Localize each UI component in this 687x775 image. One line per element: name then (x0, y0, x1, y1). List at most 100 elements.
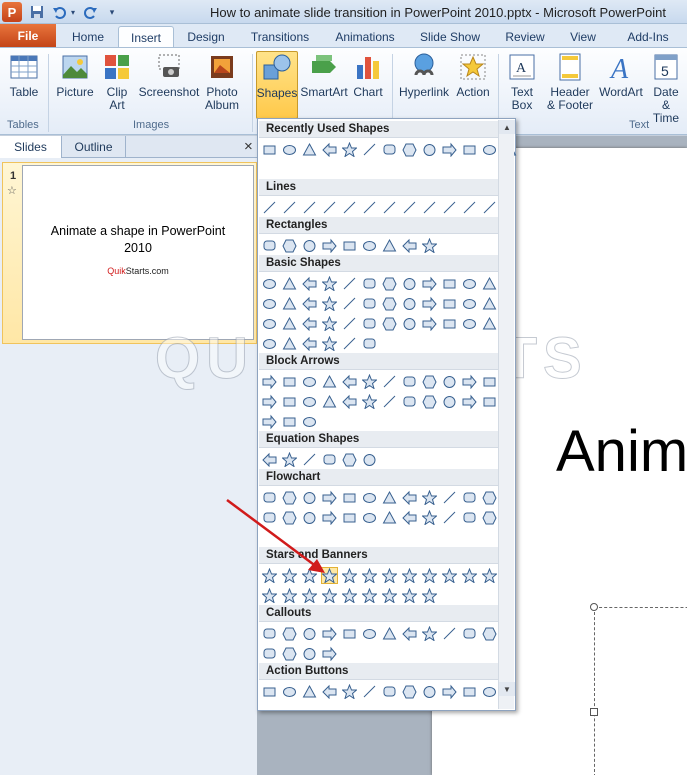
shape-item[interactable] (361, 451, 378, 468)
shape-item[interactable] (441, 509, 458, 526)
shape-item[interactable] (421, 683, 438, 700)
shape-item[interactable] (361, 567, 378, 584)
shape-item[interactable] (361, 199, 378, 216)
shape-item[interactable] (281, 275, 298, 292)
shape-item[interactable] (301, 237, 318, 254)
shape-item[interactable] (261, 451, 278, 468)
shape-item[interactable] (281, 451, 298, 468)
shape-item[interactable] (421, 625, 438, 642)
tab-home[interactable]: Home (62, 26, 114, 48)
shape-item[interactable] (261, 315, 278, 332)
shape-item[interactable] (401, 315, 418, 332)
shape-item[interactable] (401, 587, 418, 604)
shape-item[interactable] (341, 275, 358, 292)
shape-item[interactable] (341, 199, 358, 216)
shape-item[interactable] (341, 335, 358, 352)
shape-item[interactable] (441, 567, 458, 584)
shape-item[interactable] (261, 587, 278, 604)
shape-item[interactable] (421, 489, 438, 506)
shape-item[interactable] (281, 199, 298, 216)
shape-item[interactable] (481, 625, 498, 642)
shape-item[interactable] (321, 275, 338, 292)
shape-item[interactable] (341, 373, 358, 390)
shape-item[interactable] (441, 315, 458, 332)
shape-item[interactable] (301, 683, 318, 700)
shape-item[interactable] (301, 295, 318, 312)
shape-item[interactable] (281, 373, 298, 390)
shape-item[interactable] (261, 295, 278, 312)
gallery-scrollbar[interactable]: ▲ ▼ (498, 120, 515, 709)
shape-item[interactable] (261, 237, 278, 254)
shape-item[interactable] (321, 373, 338, 390)
shape-item[interactable] (461, 141, 478, 158)
shape-item[interactable] (441, 393, 458, 410)
shape-item[interactable] (321, 237, 338, 254)
shape-item[interactable] (261, 275, 278, 292)
shape-item[interactable] (421, 237, 438, 254)
action-button[interactable]: Action (454, 51, 492, 99)
shape-item[interactable] (441, 295, 458, 312)
shape-item[interactable] (321, 645, 338, 662)
shape-item[interactable] (481, 295, 498, 312)
shape-item[interactable] (401, 199, 418, 216)
shape-item[interactable] (361, 393, 378, 410)
shape-item[interactable] (441, 275, 458, 292)
shape-item[interactable] (301, 199, 318, 216)
picture-button[interactable]: Picture (54, 51, 96, 99)
smartart-button[interactable]: SmartArt (300, 51, 348, 99)
shape-item[interactable] (341, 683, 358, 700)
shape-item[interactable] (261, 413, 278, 430)
shape-item[interactable] (361, 141, 378, 158)
resize-handle[interactable] (590, 708, 598, 716)
screenshot-button[interactable]: Screenshot (138, 51, 200, 99)
shape-item[interactable] (461, 275, 478, 292)
shape-item[interactable] (381, 237, 398, 254)
tab-slides[interactable]: Slides (0, 136, 62, 158)
shape-item[interactable] (401, 275, 418, 292)
shape-item[interactable] (281, 587, 298, 604)
shape-item[interactable] (321, 335, 338, 352)
shape-item[interactable] (341, 587, 358, 604)
shape-item[interactable] (361, 237, 378, 254)
undo-dropdown-icon[interactable]: ▾ (68, 3, 78, 21)
header-footer-button[interactable]: Header & Footer (544, 51, 596, 112)
close-pane-icon[interactable]: × (244, 138, 256, 155)
shape-item[interactable] (281, 335, 298, 352)
shape-item[interactable] (421, 567, 438, 584)
shape-item[interactable] (281, 413, 298, 430)
shape-item[interactable] (381, 567, 398, 584)
shape-item[interactable] (301, 141, 318, 158)
shape-item[interactable] (261, 393, 278, 410)
shape-item[interactable] (461, 509, 478, 526)
shape-item[interactable] (481, 315, 498, 332)
shape-item[interactable] (381, 199, 398, 216)
customize-qat-icon[interactable]: ▾ (106, 3, 118, 21)
shape-item[interactable] (281, 295, 298, 312)
scroll-down-icon[interactable]: ▼ (499, 682, 515, 696)
shape-item[interactable] (341, 489, 358, 506)
shape-item[interactable] (441, 489, 458, 506)
shape-item[interactable] (481, 373, 498, 390)
shape-item[interactable] (461, 315, 478, 332)
shape-item[interactable] (341, 141, 358, 158)
shape-item[interactable] (301, 451, 318, 468)
shape-item[interactable] (481, 275, 498, 292)
shape-item[interactable] (261, 683, 278, 700)
shape-item[interactable] (281, 393, 298, 410)
slide-thumbnail[interactable]: Animate a shape in PowerPoint 2010 QuikS… (22, 165, 254, 340)
shape-item[interactable] (361, 587, 378, 604)
shape-item[interactable] (301, 275, 318, 292)
shape-item[interactable] (461, 567, 478, 584)
shape-item[interactable] (441, 199, 458, 216)
shape-item[interactable] (341, 237, 358, 254)
shape-item[interactable] (461, 373, 478, 390)
shape-item[interactable] (321, 451, 338, 468)
shape-item[interactable] (281, 141, 298, 158)
shape-item[interactable] (481, 393, 498, 410)
shape-item[interactable] (481, 509, 498, 526)
shape-item[interactable] (421, 199, 438, 216)
shape-item[interactable] (341, 509, 358, 526)
shape-item[interactable] (401, 373, 418, 390)
shape-item[interactable] (381, 141, 398, 158)
shape-item[interactable] (441, 141, 458, 158)
